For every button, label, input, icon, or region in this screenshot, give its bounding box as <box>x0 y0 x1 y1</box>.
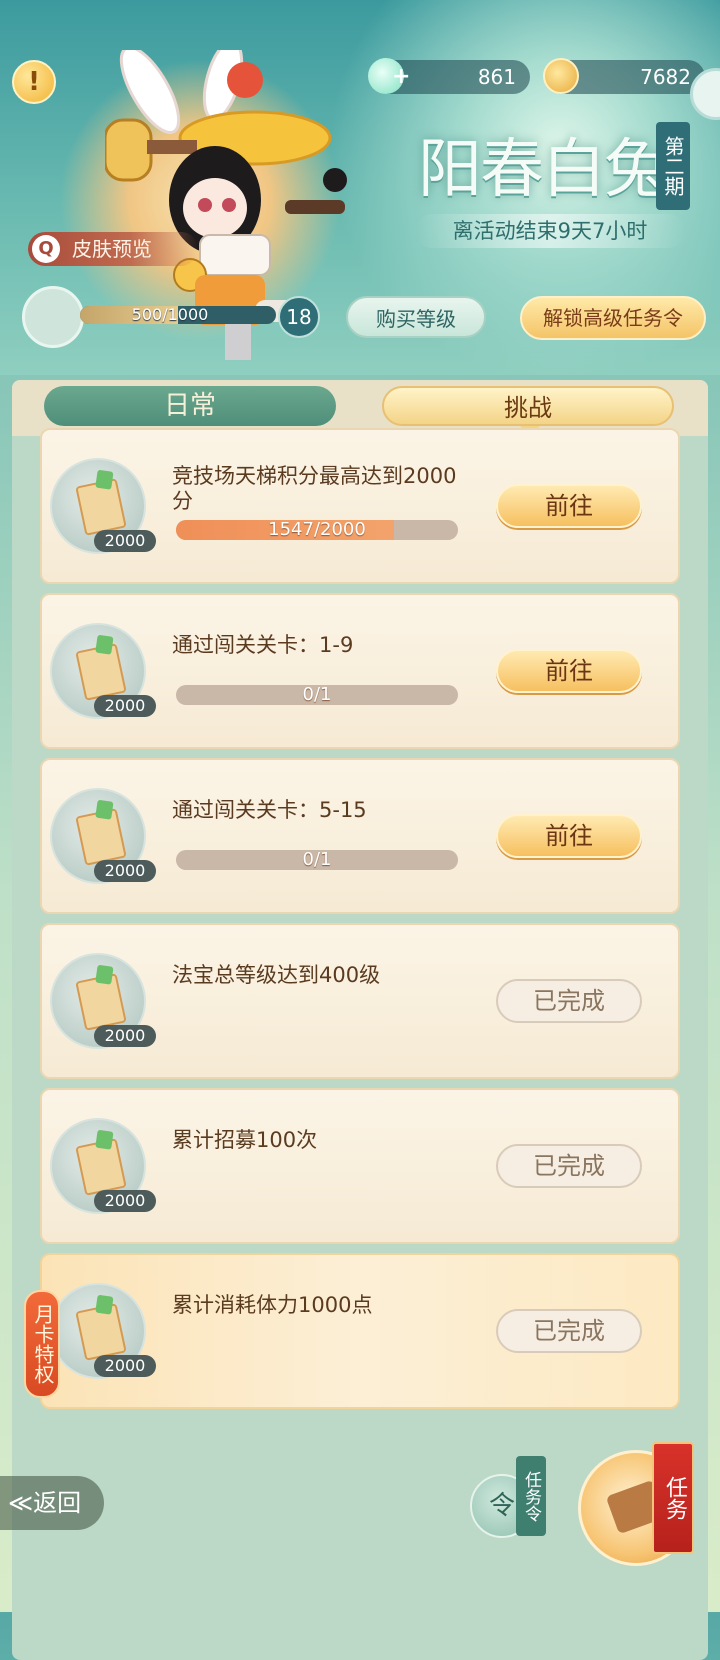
scroll-icon <box>75 973 127 1031</box>
buy-level-button[interactable]: 购买等级 <box>346 296 486 338</box>
reward-amount: 2000 <box>94 695 156 717</box>
task-card-month-card: 2000 累计消耗体力1000点 已完成 <box>40 1253 680 1409</box>
gold-amount: 7682 <box>640 65 691 89</box>
task-description: 通过闯关关卡：5-15 <box>172 798 367 822</box>
scroll-icon <box>75 808 127 866</box>
tab-challenge[interactable]: 挑战 <box>382 386 674 426</box>
go-button[interactable]: 前往 <box>496 649 642 693</box>
scroll-icon <box>75 1303 127 1361</box>
task-progress-text: 1547/2000 <box>268 519 366 540</box>
completed-button: 已完成 <box>496 1144 642 1188</box>
search-icon: Q <box>32 235 60 263</box>
task-description: 法宝总等级达到400级 <box>172 963 381 987</box>
task-tab-label[interactable]: 任务 <box>652 1442 694 1554</box>
reward-amount: 2000 <box>94 860 156 882</box>
task-card: 2000 法宝总等级达到400级 已完成 <box>40 923 680 1079</box>
task-description: 累计消耗体力1000点 <box>172 1293 373 1317</box>
task-card: 2000 通过闯关关卡：5-15 0/1 前往 <box>40 758 680 914</box>
event-countdown: 离活动结束9天7小时 <box>415 214 685 248</box>
plus-icon[interactable]: + <box>392 66 410 88</box>
task-description: 通过闯关关卡：1-9 <box>172 633 354 657</box>
scroll-icon <box>75 1138 127 1196</box>
month-card-badge: 月卡特权 <box>24 1290 60 1398</box>
reward-amount: 2000 <box>94 1025 156 1047</box>
scroll-icon <box>75 643 127 701</box>
completed-button: 已完成 <box>496 979 642 1023</box>
task-description: 累计招募100次 <box>172 1128 318 1152</box>
level-badge: 18 <box>278 296 320 338</box>
reward-amount: 2000 <box>94 1190 156 1212</box>
event-title: 阳春白兔 <box>418 133 668 207</box>
task-card: 2000 通过闯关关卡：1-9 0/1 前往 <box>40 593 680 749</box>
scroll-icon <box>75 478 127 536</box>
reward-amount: 2000 <box>94 1355 156 1377</box>
go-button[interactable]: 前往 <box>496 814 642 858</box>
task-order-level-icon <box>22 286 84 348</box>
xp-text: 500/1000 <box>131 305 209 324</box>
task-card: 2000 累计招募100次 已完成 <box>40 1088 680 1244</box>
gold-coin-icon <box>543 58 579 94</box>
task-description: 竞技场天梯积分最高达到2000分 <box>172 464 457 513</box>
skin-preview-label: 皮肤预览 <box>72 237 152 261</box>
unlock-premium-button[interactable]: 解锁高级任务令 <box>520 296 706 340</box>
warning-icon[interactable]: ! <box>12 60 56 104</box>
gold-currency: 7682 <box>543 58 705 94</box>
task-order-label[interactable]: 任务令 <box>516 1456 546 1536</box>
tab-daily[interactable]: 日常 <box>44 386 336 426</box>
task-progress-text: 0/1 <box>302 849 332 870</box>
back-button[interactable]: ≪返回 <box>0 1476 104 1530</box>
skin-preview-button[interactable]: Q 皮肤预览 <box>28 232 198 266</box>
period-tag: 第二期 <box>656 122 690 210</box>
reward-amount: 2000 <box>94 530 156 552</box>
task-card: 2000 竞技场天梯积分最高达到2000分 1547/2000 前往 <box>40 428 680 584</box>
go-button[interactable]: 前往 <box>496 484 642 528</box>
completed-button: 已完成 <box>496 1309 642 1353</box>
jade-amount: 861 <box>477 65 516 89</box>
task-progress-text: 0/1 <box>302 684 332 705</box>
jade-currency[interactable]: + 861 <box>368 58 530 94</box>
